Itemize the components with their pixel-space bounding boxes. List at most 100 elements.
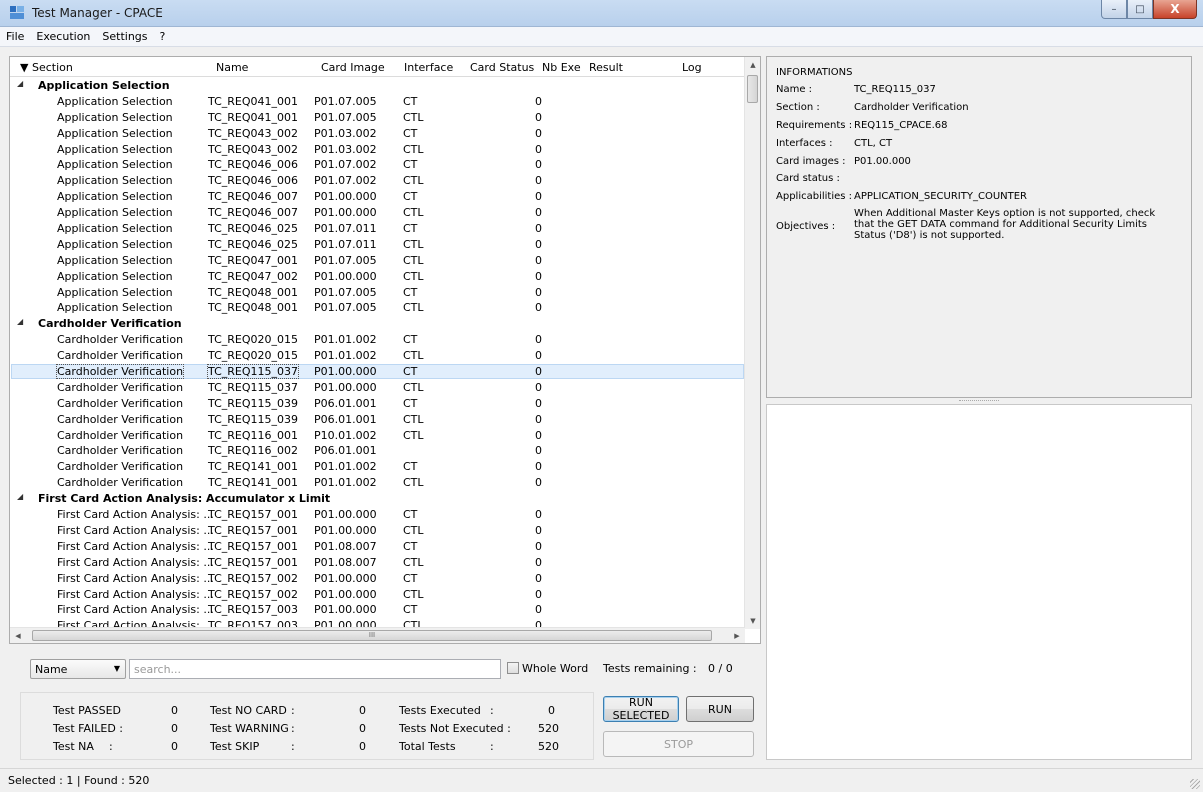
row-section: First Card Action Analysis: ...: [57, 508, 214, 522]
search-field-select[interactable]: Name ▼: [30, 659, 126, 679]
row-name: TC_REQ116_001: [208, 428, 298, 442]
chevron-down-icon: ▼: [113, 664, 120, 673]
table-row[interactable]: Cardholder Verification TC_REQ116_001 P10.…: [10, 428, 745, 444]
hscroll-thumb[interactable]: III: [32, 630, 712, 641]
table-row[interactable]: Cardholder Verification TC_REQ141_001 P01.…: [10, 475, 745, 491]
table-row[interactable]: Cardholder Verification TC_REQ141_001 P01.…: [10, 459, 745, 475]
table-row[interactable]: Application Selection TC_REQ046_025 P01.07…: [10, 237, 745, 253]
table-row[interactable]: Application Selection TC_REQ046_007 P01.00…: [10, 205, 745, 221]
log-output-panel[interactable]: [766, 404, 1192, 760]
col-result[interactable]: Result: [589, 61, 623, 74]
row-card-image: P01.00.000: [314, 365, 377, 379]
run-button[interactable]: RUN: [686, 696, 754, 722]
close-button[interactable]: X: [1153, 0, 1197, 19]
info-value: TC_REQ115_037: [854, 84, 936, 95]
test-tree[interactable]: ▼ Section Name Card Image Interface Card…: [9, 56, 761, 644]
row-name: TC_REQ157_003: [208, 603, 298, 617]
table-row[interactable]: Application Selection TC_REQ043_002 P01.03…: [10, 142, 745, 158]
col-section[interactable]: ▼ Section: [20, 61, 73, 74]
table-row[interactable]: First Card Action Analysis: ... TC_REQ157…: [10, 602, 745, 618]
table-row[interactable]: Application Selection TC_REQ047_002 P01.00…: [10, 269, 745, 285]
row-card-image: P01.00.000: [314, 571, 377, 585]
row-name: TC_REQ043_002: [208, 142, 298, 156]
table-row[interactable]: First Card Action Analysis: ... TC_REQ157…: [10, 571, 745, 587]
table-row[interactable]: Cardholder Verification TC_REQ020_015 P01.…: [10, 332, 745, 348]
row-section: Application Selection: [57, 126, 173, 140]
row-section: Cardholder Verification: [57, 444, 184, 458]
row-name: TC_REQ020_015: [208, 333, 298, 347]
table-row[interactable]: Application Selection TC_REQ041_001 P01.07…: [10, 110, 745, 126]
info-value: REQ115_CPACE.68: [854, 120, 948, 131]
whole-word-checkbox[interactable]: [507, 662, 519, 674]
search-input[interactable]: [129, 659, 501, 679]
scroll-right-icon[interactable]: ▶: [729, 628, 745, 644]
horizontal-scrollbar[interactable]: ◀ III ▶: [10, 627, 745, 643]
row-nb-exe: 0: [535, 396, 542, 410]
row-card-image: P01.00.000: [314, 587, 377, 601]
maximize-button[interactable]: □: [1127, 0, 1153, 19]
table-row[interactable]: Application Selection TC_REQ043_002 P01.03…: [10, 126, 745, 142]
table-row[interactable]: Cardholder Verification TC_REQ115_037 P01.…: [10, 364, 745, 380]
table-row[interactable]: Cardholder Verification TC_REQ115_039 P06.…: [10, 396, 745, 412]
scroll-thumb[interactable]: [747, 75, 758, 103]
menu-execution[interactable]: Execution: [30, 30, 96, 43]
expand-toggle-icon[interactable]: ◢: [17, 492, 23, 501]
table-row[interactable]: First Card Action Analysis: ... TC_REQ157…: [10, 587, 745, 603]
table-row[interactable]: First Card Action Analysis: ... TC_REQ157…: [10, 555, 745, 571]
row-interface: CTL: [403, 349, 424, 363]
table-row[interactable]: Application Selection TC_REQ046_006 P01.07…: [10, 173, 745, 189]
tree-section-row[interactable]: ◢ First Card Action Analysis: Accumulator…: [10, 491, 745, 507]
col-nb-exe[interactable]: Nb Exe: [542, 61, 581, 74]
section-label: Cardholder Verification: [38, 317, 182, 331]
row-interface: CTL: [403, 523, 424, 537]
menu-file[interactable]: File: [0, 30, 30, 43]
col-card-image[interactable]: Card Image: [321, 61, 385, 74]
menu-help[interactable]: ?: [154, 30, 172, 43]
minimize-button[interactable]: –: [1101, 0, 1127, 19]
table-row[interactable]: Application Selection TC_REQ048_001 P01.07…: [10, 285, 745, 301]
section-label: First Card Action Analysis: Accumulator …: [38, 492, 331, 506]
table-row[interactable]: Application Selection TC_REQ047_001 P01.07…: [10, 253, 745, 269]
table-row[interactable]: Application Selection TC_REQ046_007 P01.00…: [10, 189, 745, 205]
scroll-down-icon[interactable]: ▼: [745, 613, 761, 629]
resize-grip-icon[interactable]: [1190, 779, 1200, 789]
stop-button[interactable]: STOP: [603, 731, 754, 757]
row-section: Application Selection: [57, 237, 173, 251]
table-row[interactable]: Application Selection TC_REQ048_001 P01.07…: [10, 300, 745, 316]
col-interface[interactable]: Interface: [404, 61, 453, 74]
row-interface: CT: [403, 333, 418, 347]
row-interface: CTL: [403, 301, 424, 315]
col-name[interactable]: Name: [216, 61, 248, 74]
table-row[interactable]: Application Selection TC_REQ046_006 P01.07…: [10, 157, 745, 173]
info-value: When Additional Master Keys option is no…: [854, 208, 1156, 241]
vertical-scrollbar[interactable]: ▲ ▼: [744, 57, 760, 629]
scroll-up-icon[interactable]: ▲: [745, 57, 761, 73]
tree-section-row[interactable]: ◢ Application Selection: [10, 78, 745, 94]
total-label: Total Tests: [399, 740, 456, 753]
table-row[interactable]: Cardholder Verification TC_REQ115_039 P06.…: [10, 412, 745, 428]
table-row[interactable]: First Card Action Analysis: ... TC_REQ157…: [10, 507, 745, 523]
table-row[interactable]: Application Selection TC_REQ046_025 P01.07…: [10, 221, 745, 237]
menu-settings[interactable]: Settings: [96, 30, 153, 43]
row-name: TC_REQ157_002: [208, 571, 298, 585]
table-row[interactable]: Cardholder Verification TC_REQ115_037 P01.…: [10, 380, 745, 396]
table-row[interactable]: First Card Action Analysis: ... TC_REQ157…: [10, 539, 745, 555]
expand-toggle-icon[interactable]: ◢: [17, 317, 23, 326]
col-card-status[interactable]: Card Status: [470, 61, 534, 74]
row-section: Application Selection: [57, 94, 173, 108]
table-row[interactable]: First Card Action Analysis: ... TC_REQ157…: [10, 523, 745, 539]
expand-toggle-icon[interactable]: ◢: [17, 79, 23, 88]
row-card-image: P01.07.011: [314, 237, 377, 251]
table-row[interactable]: Cardholder Verification TC_REQ020_015 P01.…: [10, 348, 745, 364]
row-section: First Card Action Analysis: ...: [57, 571, 214, 585]
scroll-left-icon[interactable]: ◀: [10, 628, 26, 644]
run-selected-button[interactable]: RUN SELECTED: [603, 696, 679, 722]
col-log[interactable]: Log: [682, 61, 702, 74]
table-row[interactable]: Cardholder Verification TC_REQ116_002 P06.…: [10, 443, 745, 459]
executed-count: 0: [548, 704, 555, 717]
menu-bar: File Execution Settings ?: [0, 27, 1203, 47]
table-row[interactable]: Application Selection TC_REQ041_001 P01.07…: [10, 94, 745, 110]
tree-section-row[interactable]: ◢ Cardholder Verification: [10, 316, 745, 332]
row-card-image: P01.07.002: [314, 158, 377, 172]
row-nb-exe: 0: [535, 301, 542, 315]
